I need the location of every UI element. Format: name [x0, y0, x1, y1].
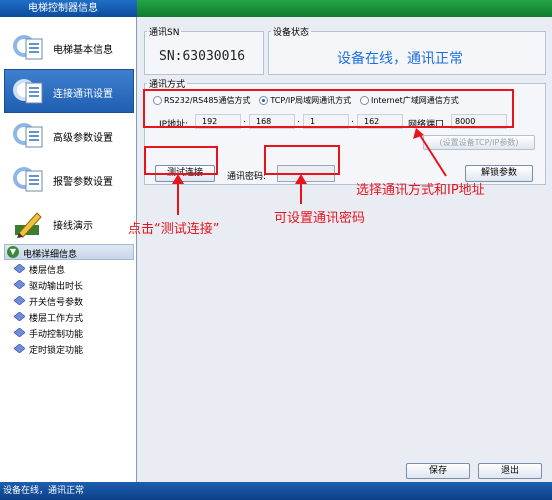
alarm-settings-icon: [13, 167, 43, 192]
status-bar: 设备在线，通讯正常: [0, 482, 552, 500]
sidebar-item-label: 接线演示: [53, 221, 93, 232]
sidebar-item-wiring-demo[interactable]: 接线演示: [4, 201, 134, 245]
diamond-bullet-icon: [14, 344, 25, 353]
annotation-set-password: 可设置通讯密码: [274, 211, 366, 226]
sidebar-item-advanced-settings[interactable]: 高级参数设置: [4, 113, 134, 157]
detail-item-manual-control[interactable]: 手动控制功能: [14, 325, 134, 341]
diamond-bullet-icon: [14, 264, 25, 273]
detail-item-label: 开关信号参数: [29, 298, 84, 308]
collapse-arrow-icon[interactable]: ▼: [7, 246, 19, 258]
detail-item-label: 楼层工作方式: [29, 314, 84, 324]
wiring-pencil-icon: [15, 212, 42, 238]
diamond-bullet-icon: [14, 328, 25, 337]
window-title: 电梯控制器信息: [0, 0, 137, 17]
document-list-icon: [13, 35, 43, 60]
network-connection-icon: [13, 79, 43, 104]
detail-item-floor-info[interactable]: 楼层信息: [14, 261, 134, 277]
diamond-bullet-icon: [14, 296, 25, 305]
sn-group: 通讯SN SN:63030016: [144, 25, 264, 75]
exit-button[interactable]: 退出: [478, 463, 542, 479]
detail-item-floor-work-mode[interactable]: 楼层工作方式: [14, 309, 134, 325]
sidebar-item-label: 连接通讯设置: [53, 89, 113, 100]
sidebar-item-connection-settings[interactable]: 连接通讯设置: [4, 69, 134, 113]
annotation-box-password: [264, 145, 340, 175]
advanced-settings-icon: [13, 123, 43, 148]
detail-item-timed-lock[interactable]: 定时锁定功能: [14, 341, 134, 357]
diamond-bullet-icon: [14, 280, 25, 289]
elevator-details-header[interactable]: ▼ 电梯详细信息: [4, 244, 134, 260]
device-status-group: 设备状态 设备在线，通讯正常: [268, 25, 546, 75]
detail-item-switch-signal[interactable]: 开关信号参数: [14, 293, 134, 309]
details-header-label: 电梯详细信息: [23, 250, 78, 260]
annotation-select-comm: 选择通讯方式和IP地址: [356, 183, 485, 198]
detail-item-label: 驱动输出时长: [29, 282, 84, 292]
sn-value: SN:63030016: [159, 49, 246, 64]
detail-item-label: 楼层信息: [29, 266, 66, 276]
device-status-label: 设备状态: [273, 28, 310, 38]
diamond-bullet-icon: [14, 312, 25, 321]
sidebar-item-label: 报警参数设置: [53, 177, 113, 188]
sidebar-item-alarm-settings[interactable]: 报警参数设置: [4, 157, 134, 201]
device-status-value: 设备在线，通讯正常: [337, 51, 463, 67]
detail-item-label: 定时锁定功能: [29, 346, 84, 356]
sidebar-item-label: 电梯基本信息: [53, 45, 113, 56]
main-panel: 通讯SN SN:63030016 设备状态 设备在线，通讯正常 通讯方式 RS2…: [138, 17, 552, 482]
sn-label: 通讯SN: [149, 28, 180, 38]
title-bar: 电梯控制器信息: [0, 0, 552, 17]
password-label: 通讯密码:: [227, 172, 267, 182]
annotation-box-comm-mode: [143, 89, 514, 128]
annotation-box-test-button: [144, 146, 218, 175]
save-button[interactable]: 保存: [406, 463, 470, 479]
sidebar-item-label: 高级参数设置: [53, 133, 113, 144]
set-tcpip-button[interactable]: (设置设备TCP/IP参数): [423, 135, 535, 150]
detail-item-drive-output[interactable]: 驱动输出时长: [14, 277, 134, 293]
title-bar-accent: [137, 0, 552, 17]
detail-item-label: 手动控制功能: [29, 330, 84, 340]
sidebar-item-basic-info[interactable]: 电梯基本信息: [4, 25, 134, 69]
annotation-click-test: 点击“测试连接”: [128, 222, 220, 237]
sidebar: 电梯基本信息 连接通讯设置 高级参数设置 报警参数设置 接线演示 ▼ 电梯详细信…: [0, 17, 137, 482]
